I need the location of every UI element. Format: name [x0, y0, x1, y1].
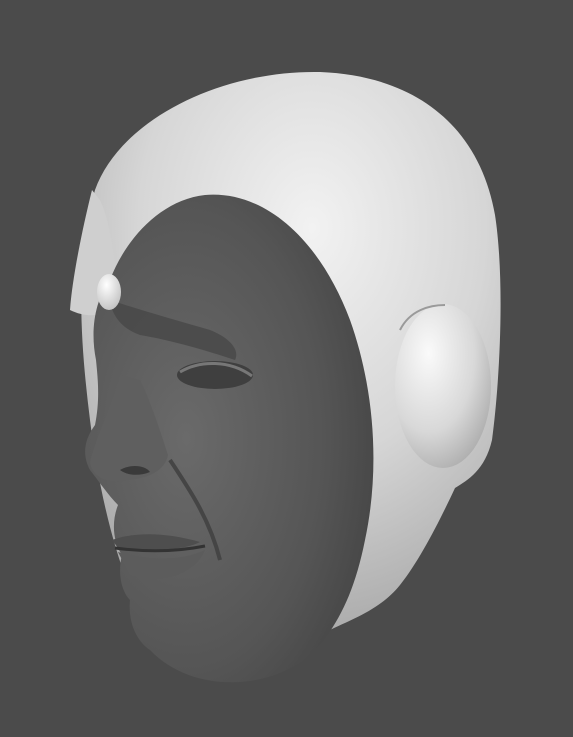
eye-socket [177, 361, 253, 389]
forehead-gem [97, 274, 121, 310]
head-model-render [70, 71, 501, 683]
ear-disc [395, 304, 491, 468]
viewport-canvas[interactable] [0, 0, 573, 737]
